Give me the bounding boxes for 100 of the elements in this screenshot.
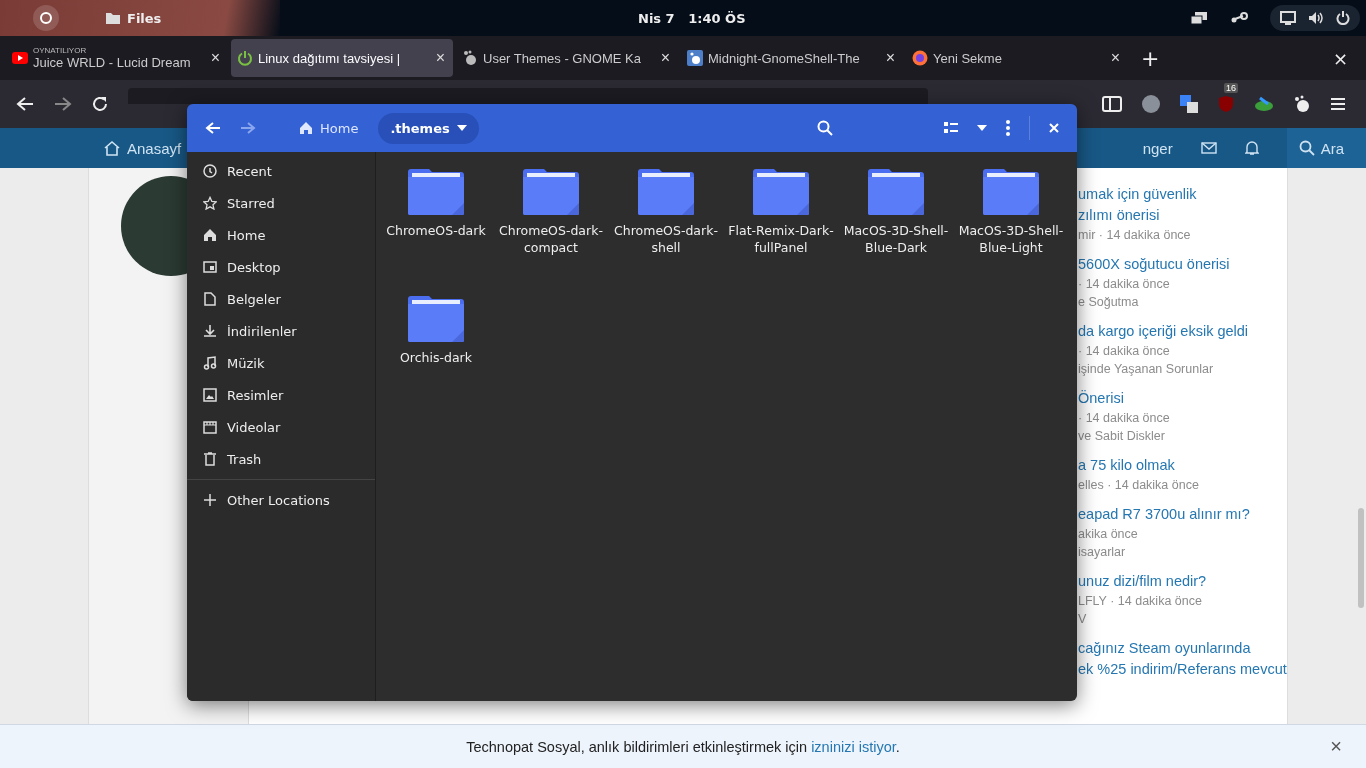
- path-button[interactable]: Home: [287, 112, 371, 144]
- place-item[interactable]: Recent: [187, 155, 375, 187]
- notification-message: Technopat Sosyal, anlık bildirimleri etkinleştirmek için izninizi istiyor.: [466, 738, 900, 755]
- list-view-icon[interactable]: [944, 122, 958, 134]
- browser-logo-icon: [912, 50, 928, 66]
- mail-icon[interactable]: [1200, 142, 1217, 154]
- bell-icon[interactable]: [1244, 140, 1259, 156]
- close-tab-button[interactable]: ×: [1108, 49, 1122, 67]
- screens-icon[interactable]: [1190, 11, 1208, 25]
- folder-item[interactable]: ChromeOS-dark: [381, 168, 491, 295]
- app-name: Files: [127, 10, 162, 26]
- power-icon: [237, 50, 253, 66]
- close-tab-button[interactable]: ×: [658, 49, 672, 67]
- reader-view-icon[interactable]: [1102, 96, 1122, 112]
- video-icon: [12, 52, 28, 64]
- home-link[interactable]: Anasayf: [103, 139, 182, 157]
- permission-link[interactable]: izninizi istiyor: [811, 738, 896, 755]
- thread-meta: işinde Yaşanan Sorunlar: [1078, 361, 1215, 378]
- menu-icon[interactable]: [1330, 97, 1346, 111]
- thread-title-link[interactable]: da kargo içeriği eksik geldi: [1078, 321, 1287, 342]
- thread-title-link[interactable]: zılımı önerisi: [1078, 205, 1287, 226]
- other-locations-item[interactable]: Other Locations: [187, 484, 375, 516]
- folder-item[interactable]: Orchis-dark: [381, 295, 491, 422]
- thread-meta: e Soğutma: [1078, 294, 1140, 311]
- folder-item[interactable]: ChromeOS-dark-compact: [496, 168, 606, 295]
- browser-tab[interactable]: User Themes - GNOME Ka ×: [456, 39, 678, 77]
- place-item[interactable]: Videolar: [187, 411, 375, 443]
- place-item[interactable]: Starred: [187, 187, 375, 219]
- back-icon[interactable]: [16, 96, 34, 112]
- display-icon: [1280, 11, 1296, 25]
- forward-icon[interactable]: [54, 96, 72, 112]
- close-notification-button[interactable]: ×: [1330, 735, 1342, 758]
- close-window-button[interactable]: ×: [1332, 47, 1348, 69]
- thread-meta: LFLY · 14 dakika önce: [1078, 593, 1203, 610]
- place-item[interactable]: İndirilenler: [187, 315, 375, 347]
- close-icon[interactable]: [1049, 123, 1059, 133]
- thread-title-link[interactable]: unuz dizi/film nedir?: [1078, 571, 1287, 592]
- thread-title-link[interactable]: Önerisi: [1078, 388, 1287, 409]
- music-icon: [203, 356, 217, 370]
- search-icon[interactable]: [817, 120, 833, 136]
- activities-button[interactable]: [33, 5, 59, 31]
- browser-tab[interactable]: Yeni Sekme ×: [906, 39, 1128, 77]
- folder-icon: [636, 168, 696, 216]
- volume-icon: [1308, 11, 1324, 25]
- thread-meta: V: [1078, 611, 1088, 628]
- film-icon: [203, 420, 217, 434]
- star-icon: [203, 196, 217, 210]
- caret-icon[interactable]: [977, 125, 987, 131]
- folder-icon: [105, 11, 121, 25]
- more-options-icon[interactable]: [1006, 120, 1010, 136]
- thread-meta: isayarlar: [1078, 544, 1127, 561]
- thread-title-link[interactable]: a 75 kilo olmak: [1078, 455, 1287, 476]
- picture-icon: [203, 388, 217, 402]
- messenger-link[interactable]: nger: [1142, 139, 1173, 157]
- folder-item[interactable]: MacOS-3D-Shell-Blue-Light: [956, 168, 1066, 295]
- thread-meta: · 14 dakika önce: [1078, 410, 1171, 427]
- home-icon: [203, 228, 217, 242]
- tab-title: Linux dağıtımı tavsiyesi |: [258, 50, 402, 66]
- thread-title-link[interactable]: umak için güvenlik: [1078, 184, 1287, 205]
- new-tab-button[interactable]: +: [1141, 45, 1160, 71]
- system-menu[interactable]: [1270, 5, 1360, 31]
- playing-label: OYNATILIYOR: [33, 46, 88, 55]
- close-tab-button[interactable]: ×: [433, 49, 447, 67]
- folder-item[interactable]: ChromeOS-dark-shell: [611, 168, 721, 295]
- close-tab-button[interactable]: ×: [883, 49, 897, 67]
- plus-icon: [203, 494, 217, 506]
- home-icon: [103, 140, 121, 156]
- place-item[interactable]: Belgeler: [187, 283, 375, 315]
- thread-title-link[interactable]: eapad R7 3700u alınır mı?: [1078, 504, 1287, 525]
- place-item[interactable]: Trash: [187, 443, 375, 475]
- close-tab-button[interactable]: ×: [208, 49, 222, 67]
- thread-meta: ve Sabit Diskler: [1078, 428, 1166, 445]
- caret-icon: [456, 125, 467, 131]
- power-icon: [1336, 11, 1350, 25]
- place-item[interactable]: Resimler: [187, 379, 375, 411]
- folder-icon: [981, 168, 1041, 216]
- folder-item[interactable]: MacOS-3D-Shell-Blue-Dark: [841, 168, 951, 295]
- search-icon: [1298, 140, 1315, 156]
- thread-meta: · 14 dakika önce: [1078, 276, 1171, 293]
- clock[interactable]: Nis 7 1:40 ÖS: [638, 10, 746, 26]
- folder-item[interactable]: Flat-Remix-Dark-fullPanel: [726, 168, 836, 295]
- thread-title-link[interactable]: 5600X soğutucu önerisi: [1078, 254, 1287, 275]
- place-item[interactable]: Home: [187, 219, 375, 251]
- folder-icon: [406, 295, 466, 343]
- profile-avatar[interactable]: [1142, 95, 1160, 113]
- scrollbar-thumb[interactable]: [1358, 508, 1364, 608]
- place-item[interactable]: Desktop: [187, 251, 375, 283]
- search-link[interactable]: Ara: [1286, 128, 1366, 168]
- thread-meta: mir · 14 dakika önce: [1078, 227, 1192, 244]
- path-button[interactable]: .themes: [378, 112, 479, 144]
- reload-icon[interactable]: [92, 96, 108, 112]
- thread-title-link[interactable]: ek %25 indirim/Referans mevcut: [1078, 659, 1287, 680]
- thread-meta: akika önce: [1078, 526, 1139, 543]
- place-item[interactable]: Müzik: [187, 347, 375, 379]
- browser-tab[interactable]: OYNATILIYOR Juice WRLD - Lucid Dream ×: [6, 39, 228, 77]
- app-menu[interactable]: Files: [105, 10, 162, 26]
- folder-icon: [866, 168, 926, 216]
- browser-tab[interactable]: Linux dağıtımı tavsiyesi | ×: [231, 39, 453, 77]
- thread-title-link[interactable]: cağınız Steam oyunlarında: [1078, 638, 1287, 659]
- browser-tab[interactable]: Midnight-GnomeShell-The ×: [681, 39, 903, 77]
